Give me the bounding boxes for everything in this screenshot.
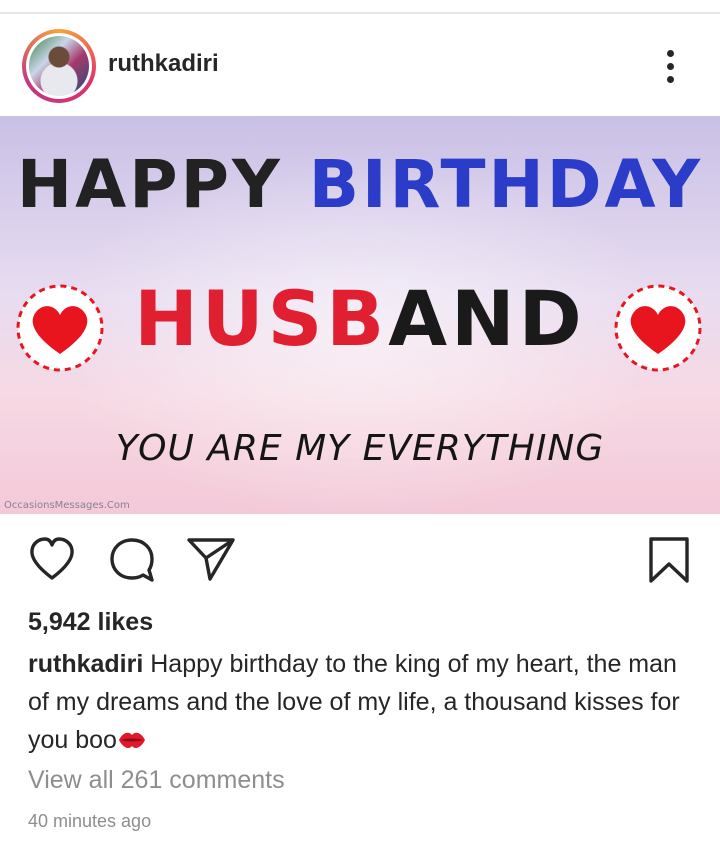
avatar[interactable] [22,29,96,103]
kiss-mark-icon [118,732,145,748]
post-username[interactable]: ruthkadiri [108,50,219,78]
image-text-line3: YOU ARE MY EVERYTHING [115,428,605,469]
image-text-line1: HAPPY BIRTHDAY [16,146,704,223]
comment-bubble-icon[interactable] [108,536,156,584]
more-options-icon[interactable] [656,44,686,88]
avatar-image [29,36,89,96]
action-bar [0,514,720,606]
post-header: ruthkadiri [0,14,720,116]
likes-count[interactable]: 5,942 likes [28,608,153,637]
post-image[interactable]: HAPPY BIRTHDAY HUSBAND YOU ARE MY EVERYT… [0,116,720,514]
post-timestamp: 40 minutes ago [28,811,152,831]
heart-icon [614,284,702,372]
bookmark-icon[interactable] [648,536,690,584]
post-caption: ruthkadiri Happy birthday to the king of… [28,645,692,759]
paper-plane-icon[interactable] [186,536,236,582]
image-watermark: OccasionsMessages.Com [4,500,130,511]
view-comments-link[interactable]: View all 261 comments [28,766,285,795]
heart-outline-icon[interactable] [28,536,76,582]
caption-username[interactable]: ruthkadiri [28,650,143,678]
